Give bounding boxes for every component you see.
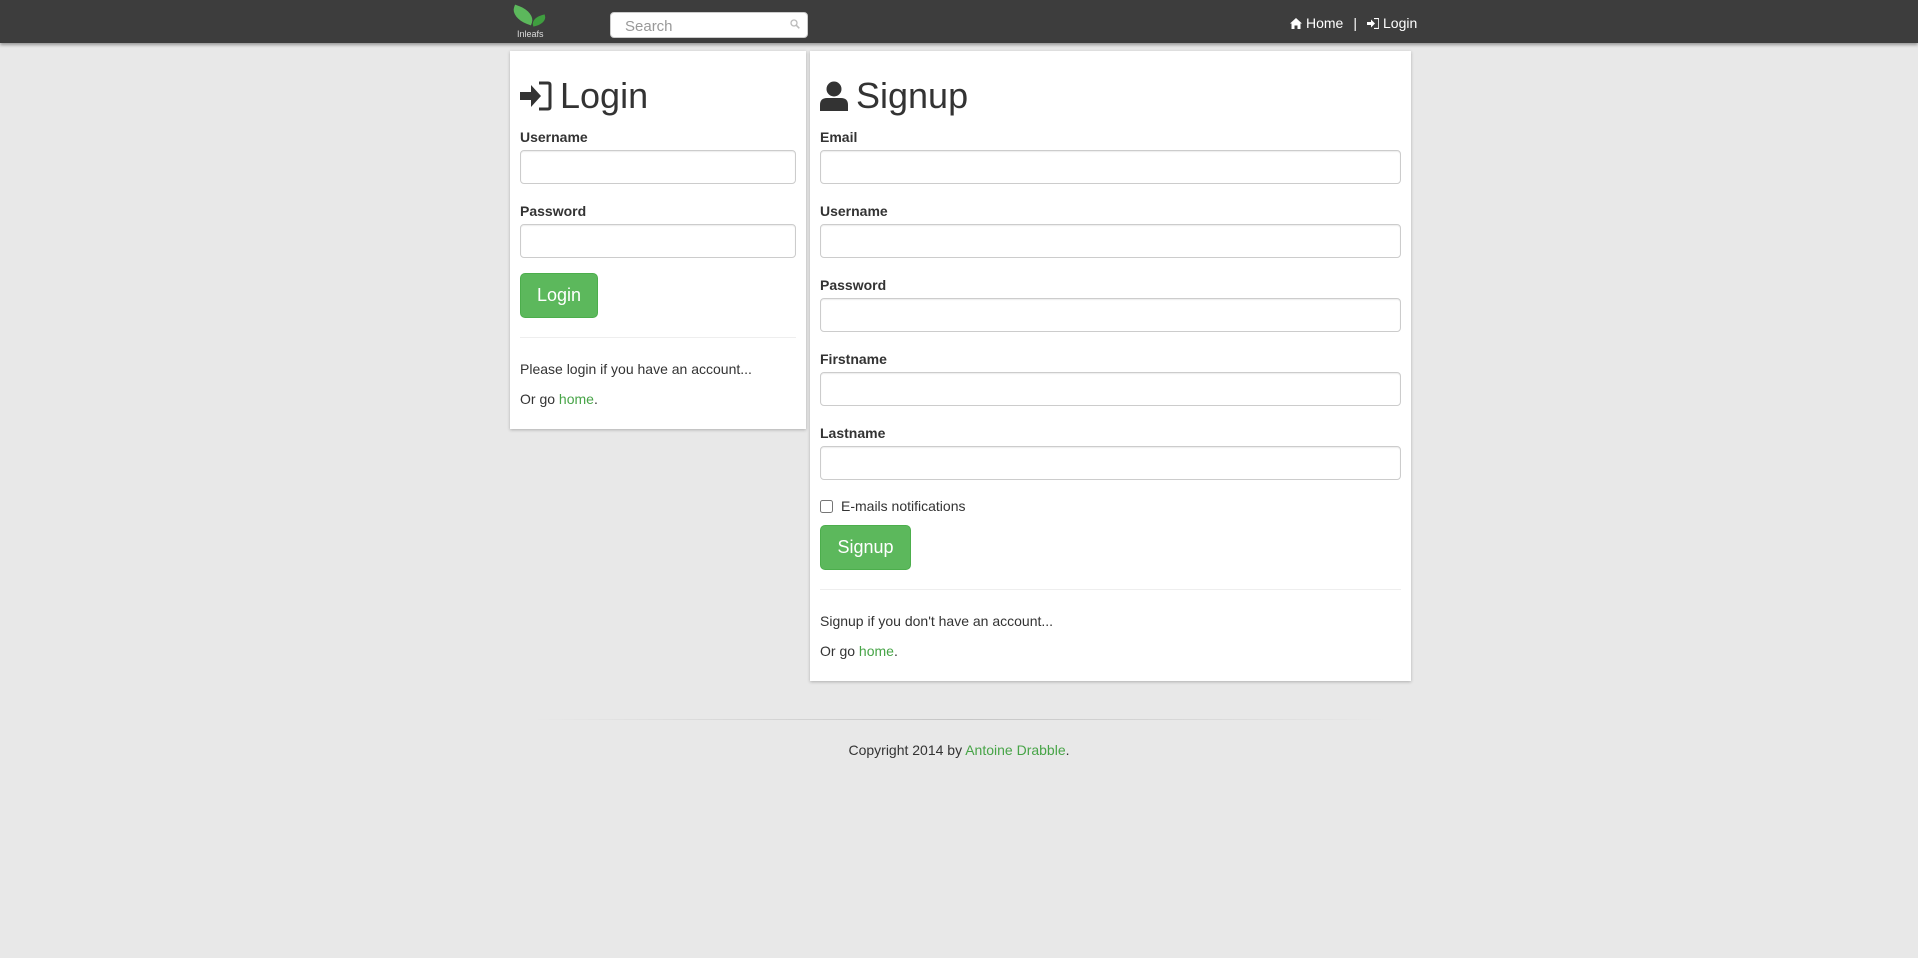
login-title: Login	[560, 75, 649, 116]
signup-email-input[interactable]	[820, 150, 1401, 184]
login-password-input[interactable]	[520, 224, 796, 258]
signup-firstname-input[interactable]	[820, 372, 1401, 406]
signup-note: Signup if you don't have an account...	[820, 613, 1054, 629]
nav-separator: |	[1353, 15, 1357, 31]
sign-in-icon	[1367, 17, 1379, 29]
logo[interactable]: Inleafs	[510, 4, 554, 42]
footer: Copyright 2014 by Antoine Drabble.	[0, 742, 1918, 758]
login-password-label: Password	[520, 203, 587, 219]
nav-login-label: Login	[1383, 15, 1418, 31]
login-heading: Login	[520, 75, 648, 117]
login-go-prefix: Or go	[520, 391, 559, 407]
signup-panel: Signup Email Username Password Firstname…	[810, 51, 1411, 681]
login-home-link[interactable]: home	[559, 391, 594, 407]
search-input[interactable]	[623, 13, 787, 39]
search-icon[interactable]	[790, 19, 800, 29]
signup-username-input[interactable]	[820, 224, 1401, 258]
footer-suffix: .	[1065, 742, 1070, 758]
nav-login-link[interactable]: Login	[1367, 15, 1417, 31]
signup-password-input[interactable]	[820, 298, 1401, 332]
login-panel: Login Username Password Login Please log…	[510, 51, 806, 429]
login-username-input[interactable]	[520, 150, 796, 184]
notifications-checkbox[interactable]	[820, 499, 833, 513]
signup-password-label: Password	[820, 277, 887, 293]
sign-in-icon	[520, 81, 552, 111]
signup-lastname-label: Lastname	[820, 425, 886, 441]
signup-heading: Signup	[820, 75, 968, 117]
login-go-suffix: .	[593, 391, 598, 407]
signup-button[interactable]: Signup	[820, 525, 911, 570]
top-navbar: Inleafs Home | Login	[0, 0, 1918, 43]
search-box	[610, 12, 808, 39]
signup-go-home: Or go home.	[820, 643, 898, 659]
signup-email-label: Email	[820, 129, 858, 145]
signup-title: Signup	[856, 75, 969, 116]
footer-prefix: Copyright 2014 by	[848, 742, 966, 758]
leaf-small-icon	[531, 14, 547, 27]
signup-go-prefix: Or go	[820, 643, 859, 659]
notifications-row: E-mails notifications	[820, 498, 966, 514]
signup-go-suffix: .	[893, 643, 898, 659]
login-username-label: Username	[520, 129, 588, 145]
signup-divider	[820, 589, 1401, 590]
login-note: Please login if you have an account...	[520, 361, 752, 377]
login-divider	[520, 337, 796, 338]
footer-divider	[530, 719, 1390, 720]
notifications-label[interactable]: E-mails notifications	[841, 498, 966, 514]
nav-home-label: Home	[1306, 15, 1344, 31]
user-icon	[820, 81, 848, 111]
logo-text: Inleafs	[517, 29, 544, 39]
login-go-home: Or go home.	[520, 391, 598, 407]
signup-lastname-input[interactable]	[820, 446, 1401, 480]
login-button[interactable]: Login	[520, 273, 598, 318]
nav-home-link[interactable]: Home	[1290, 15, 1343, 31]
signup-username-label: Username	[820, 203, 888, 219]
signup-home-link[interactable]: home	[859, 643, 894, 659]
footer-author-link[interactable]: Antoine Drabble	[965, 742, 1065, 758]
signup-firstname-label: Firstname	[820, 351, 887, 367]
nav-links: Home | Login	[1290, 15, 1417, 31]
home-icon	[1290, 17, 1302, 29]
